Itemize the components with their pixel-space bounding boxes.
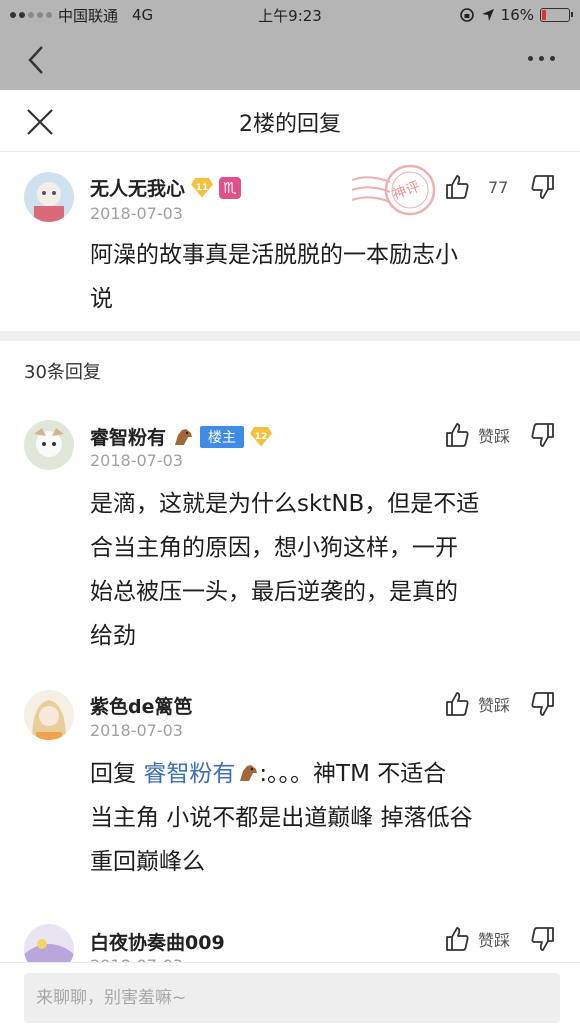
reply-date: 2018-07-03 <box>90 451 183 470</box>
thumbs-down-icon <box>531 423 554 447</box>
thumbs-up-icon <box>446 423 469 447</box>
dislike-button[interactable] <box>530 691 556 717</box>
reply-count: 30条回复 <box>24 362 101 383</box>
back-arrow-icon[interactable] <box>22 44 52 76</box>
dislike-button[interactable] <box>530 174 556 200</box>
level-badge: 12 <box>250 426 273 447</box>
location-icon <box>481 9 494 21</box>
content-line: 给劲 <box>90 623 136 649</box>
reply-author[interactable]: 白夜协奏曲009 <box>90 928 225 955</box>
reply-author[interactable]: 睿智粉有 楼主 12 <box>90 423 273 450</box>
status-bar: 中国联通 4G 上午9:23 16% <box>0 0 580 30</box>
reply-sheet-header: 2楼的回复 <box>0 90 580 152</box>
username-text: 睿智粉有 <box>90 427 167 449</box>
reply-content: 回复 睿智粉有 :。。。神TM 不适合 当主角 小说不都是出道巅峰 掉落低谷 重回… <box>90 752 560 884</box>
battery-percent: 16% <box>500 6 534 24</box>
content-tail: :。。。神TM 不适合 <box>259 761 447 787</box>
dislike-button[interactable] <box>530 926 556 952</box>
mention-text: 睿智粉有 <box>143 761 236 787</box>
horse-emoji-icon <box>240 765 258 781</box>
more-options-icon[interactable] <box>524 48 558 68</box>
main-post-author[interactable]: 无人无我心 11 ♏ <box>90 174 242 201</box>
reply-content: 是滴，这就是为什么sktNB，但是不适 合当主角的原因，想小狗这样，一开 始总被… <box>90 482 560 658</box>
sheet-title: 2楼的回复 <box>239 112 341 137</box>
vote-button[interactable]: 赞踩 <box>444 926 510 952</box>
thumbs-down-icon <box>531 692 554 716</box>
host-tag: 楼主 <box>200 425 245 448</box>
main-post-content: 阿澡的故事真是活脱脱的一本励志小 说 <box>90 233 560 321</box>
reply-input-bar <box>0 962 580 1031</box>
vote-button[interactable]: 赞踩 <box>444 422 510 448</box>
content-line: 合当主角的原因，想小狗这样，一开 <box>90 535 458 561</box>
reply-date: 2018-07-03 <box>90 721 183 740</box>
like-count: 77 <box>488 178 509 197</box>
content-line: 说 <box>90 286 113 312</box>
vote-label: 赞踩 <box>478 696 511 715</box>
background-nav-bar <box>0 30 580 90</box>
rotation-lock-icon <box>459 8 474 22</box>
thumbs-up-icon <box>446 927 469 951</box>
avatar[interactable] <box>24 172 74 222</box>
like-button[interactable] <box>444 174 470 200</box>
thumbs-down-icon <box>531 175 554 199</box>
content-line: 当主角 小说不都是出道巅峰 掉落低谷 <box>90 805 473 831</box>
vote-button[interactable]: 赞踩 <box>444 691 510 717</box>
carrier-label: 中国联通 <box>58 6 119 25</box>
dislike-button[interactable] <box>530 422 556 448</box>
username-text: 无人无我心 <box>90 178 186 200</box>
vote-label: 赞踩 <box>478 931 511 950</box>
battery-icon <box>540 8 573 22</box>
reply-input[interactable] <box>24 973 560 1023</box>
post-date: 2018-07-03 <box>90 204 183 223</box>
thumbs-down-icon <box>531 927 554 951</box>
username-text: 紫色de篱笆 <box>90 696 193 718</box>
thumbs-up-icon <box>446 175 469 199</box>
content-line: 阿澡的故事真是活脱脱的一本励志小 <box>90 242 458 268</box>
content-line: 是滴，这就是为什么sktNB，但是不适 <box>90 491 480 517</box>
level-badge: 11 <box>191 177 214 198</box>
reply-author[interactable]: 紫色de篱笆 <box>90 692 193 719</box>
mention-link[interactable]: 睿智粉有 <box>143 761 259 787</box>
reply-prefix: 回复 <box>90 761 144 787</box>
signal-icon <box>10 12 52 18</box>
thumbs-up-icon <box>446 692 469 716</box>
username-text: 白夜协奏曲009 <box>90 932 225 954</box>
horse-emoji-icon <box>175 428 193 445</box>
network-label: 4G <box>132 6 154 24</box>
avatar[interactable] <box>24 420 74 470</box>
content-line: 回复 睿智粉有 :。。。神TM 不适合 <box>90 752 560 796</box>
content-line: 重回巅峰么 <box>90 849 205 875</box>
zodiac-badge: ♏ <box>219 176 242 199</box>
avatar[interactable] <box>24 690 74 740</box>
vote-label: 赞踩 <box>478 427 511 446</box>
section-divider <box>0 331 580 341</box>
content-line: 始总被压一头，最后逆袭的，是真的 <box>90 579 458 605</box>
